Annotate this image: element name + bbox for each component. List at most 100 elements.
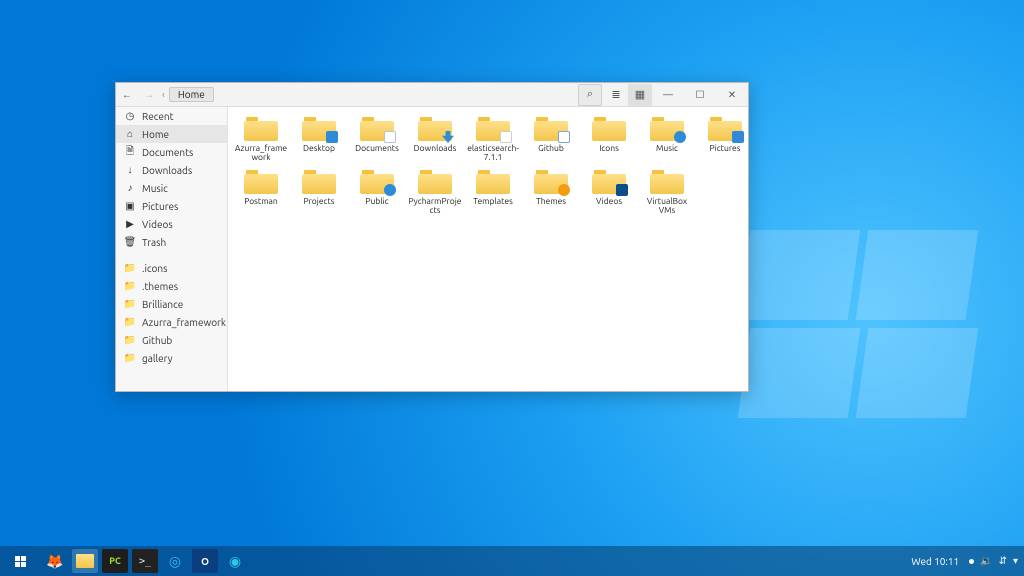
sidebar-item--icons[interactable]: 📁.icons [116,259,227,277]
sidebar-item-recent[interactable]: ◷ Recent [116,107,227,125]
sidebar-item-music[interactable]: ♪Music [116,179,227,197]
sidebar-item-label: Downloads [142,165,192,176]
file-grid-area[interactable]: Azurra_frameworkDesktopDocuments Download… [228,107,748,391]
search-button[interactable]: ⌕ [578,84,602,106]
clock-icon: ◷ [124,110,136,122]
sidebar-item-brilliance[interactable]: 📁Brilliance [116,295,227,313]
clock-label[interactable]: Wed 10:11 [911,556,959,567]
tray-network-icon[interactable]: ⇵ [999,555,1007,567]
window-minimize-button[interactable]: — [652,84,684,106]
system-tray[interactable]: Wed 10:11 🔉 ⇵ ▾ [911,555,1018,567]
breadcrumb-home[interactable]: Home [169,87,214,102]
sidebar: ◷ Recent ⌂Home 🗎 Documents ↓ Downloads ♪Music▣P… [116,107,228,391]
sidebar-item-downloads[interactable]: ↓ Downloads [116,161,227,179]
firefox-icon: 🦊 [46,553,63,570]
tray-sound-icon[interactable]: 🔉 [980,555,992,567]
folder-icon [476,168,510,194]
sidebar-item-trash[interactable]: 🗑Trash [116,233,227,251]
folder-icon [360,115,394,141]
folder-item[interactable]: Videos [582,168,636,215]
sidebar-item-label: Documents [142,147,193,158]
folder-item[interactable]: Desktop [292,115,346,162]
folder-badge-icon [674,131,686,143]
folder-icon [708,115,742,141]
folder-item[interactable]: Pictures [698,115,748,162]
folder-item[interactable]: VirtualBox VMs [640,168,694,215]
folder-badge-icon [558,184,570,196]
folder-label: Downloads [414,144,457,153]
sidebar-item-label: Github [142,335,172,346]
taskbar-app-outlook[interactable]: O [192,549,218,573]
folder-item[interactable]: Projects [292,168,346,215]
folder-icon [418,115,452,141]
taskbar-app-ring[interactable]: ◎ [162,549,188,573]
grid-icon: ▦ [635,88,645,101]
sidebar-item-label: Recent [142,111,174,122]
folder-item[interactable]: elasticsearch-7.1.1 [466,115,520,162]
folder-icon [244,168,278,194]
nav-forward-button[interactable]: → [138,84,160,106]
folder-icon: 📁 [124,334,136,346]
folder-icon [360,168,394,194]
taskbar-app-swirl[interactable]: ◉ [222,549,248,573]
folder-badge-icon [384,131,396,143]
folder-item[interactable]: Themes [524,168,578,215]
sidebar-item-azurra-framework[interactable]: 📁Azurra_framework [116,313,227,331]
folder-item[interactable]: PycharmProjects [408,168,462,215]
nav-back-button[interactable]: ← [116,84,138,106]
ring-icon: ◎ [169,553,181,570]
sidebar-item-label: Music [142,183,168,194]
folder-icon [534,168,568,194]
sidebar-item-label: Pictures [142,201,178,212]
sidebar-item--themes[interactable]: 📁.themes [116,277,227,295]
folder-label: Public [365,197,388,206]
folder-item[interactable]: Postman [234,168,288,215]
folder-label: Videos [596,197,622,206]
sidebar-item-label: gallery [142,353,172,364]
folder-label: Azurra_framework [234,144,288,162]
view-grid-button[interactable]: ▦ [628,84,652,106]
folder-item[interactable]: Github [524,115,578,162]
window-maximize-button[interactable]: ☐ [684,84,716,106]
folder-icon [476,115,510,141]
file-manager-window: ← → ‹ Home ⌕ ≣ ▦ — ☐ ✕ ◷ Recent ⌂Home 🗎 Docu… [115,82,749,392]
document-icon: 🗎 [124,146,136,158]
taskbar-app-firefox[interactable]: 🦊 [42,549,68,573]
folder-item[interactable]: Templates [466,168,520,215]
tray-power-icon[interactable]: ▾ [1013,555,1018,567]
start-button[interactable] [6,549,34,573]
list-icon: ≣ [611,88,620,101]
folder-item[interactable]: Documents [350,115,404,162]
folder-icon: 📁 [124,280,136,292]
sidebar-item-gallery[interactable]: 📁gallery [116,349,227,367]
sidebar-item-pictures[interactable]: ▣Pictures [116,197,227,215]
folder-item[interactable]: Downloads [408,115,462,162]
folder-item[interactable]: Icons [582,115,636,162]
folder-item[interactable]: Azurra_framework [234,115,288,162]
folder-badge-icon [732,131,744,143]
taskbar-app-terminal[interactable]: >_ [132,549,158,573]
taskbar-app-pycharm[interactable]: PC [102,549,128,573]
folder-badge-icon [384,184,396,196]
folder-icon [592,115,626,141]
tray-dot-icon [969,559,974,564]
folder-item[interactable]: Music [640,115,694,162]
download-icon: ↓ [124,164,136,176]
taskbar-app-files[interactable] [72,549,98,573]
sidebar-item-github[interactable]: 📁 Github [116,331,227,349]
folder-icon [534,115,568,141]
folder-icon [418,168,452,194]
sidebar-item-documents[interactable]: 🗎 Documents [116,143,227,161]
sidebar-item-label: Videos [142,219,173,230]
titlebar: ← → ‹ Home ⌕ ≣ ▦ — ☐ ✕ [116,83,748,107]
sidebar-item-home[interactable]: ⌂Home [116,125,227,143]
folder-icon [650,115,684,141]
sidebar-item-videos[interactable]: ▶Videos [116,215,227,233]
folder-label: Music [656,144,678,153]
sidebar-item-label: Brilliance [142,299,183,310]
view-list-button[interactable]: ≣ [604,84,628,106]
folder-badge-icon [326,131,338,143]
sidebar-item-label: Trash [142,237,166,248]
window-close-button[interactable]: ✕ [716,84,748,106]
folder-item[interactable]: Public [350,168,404,215]
